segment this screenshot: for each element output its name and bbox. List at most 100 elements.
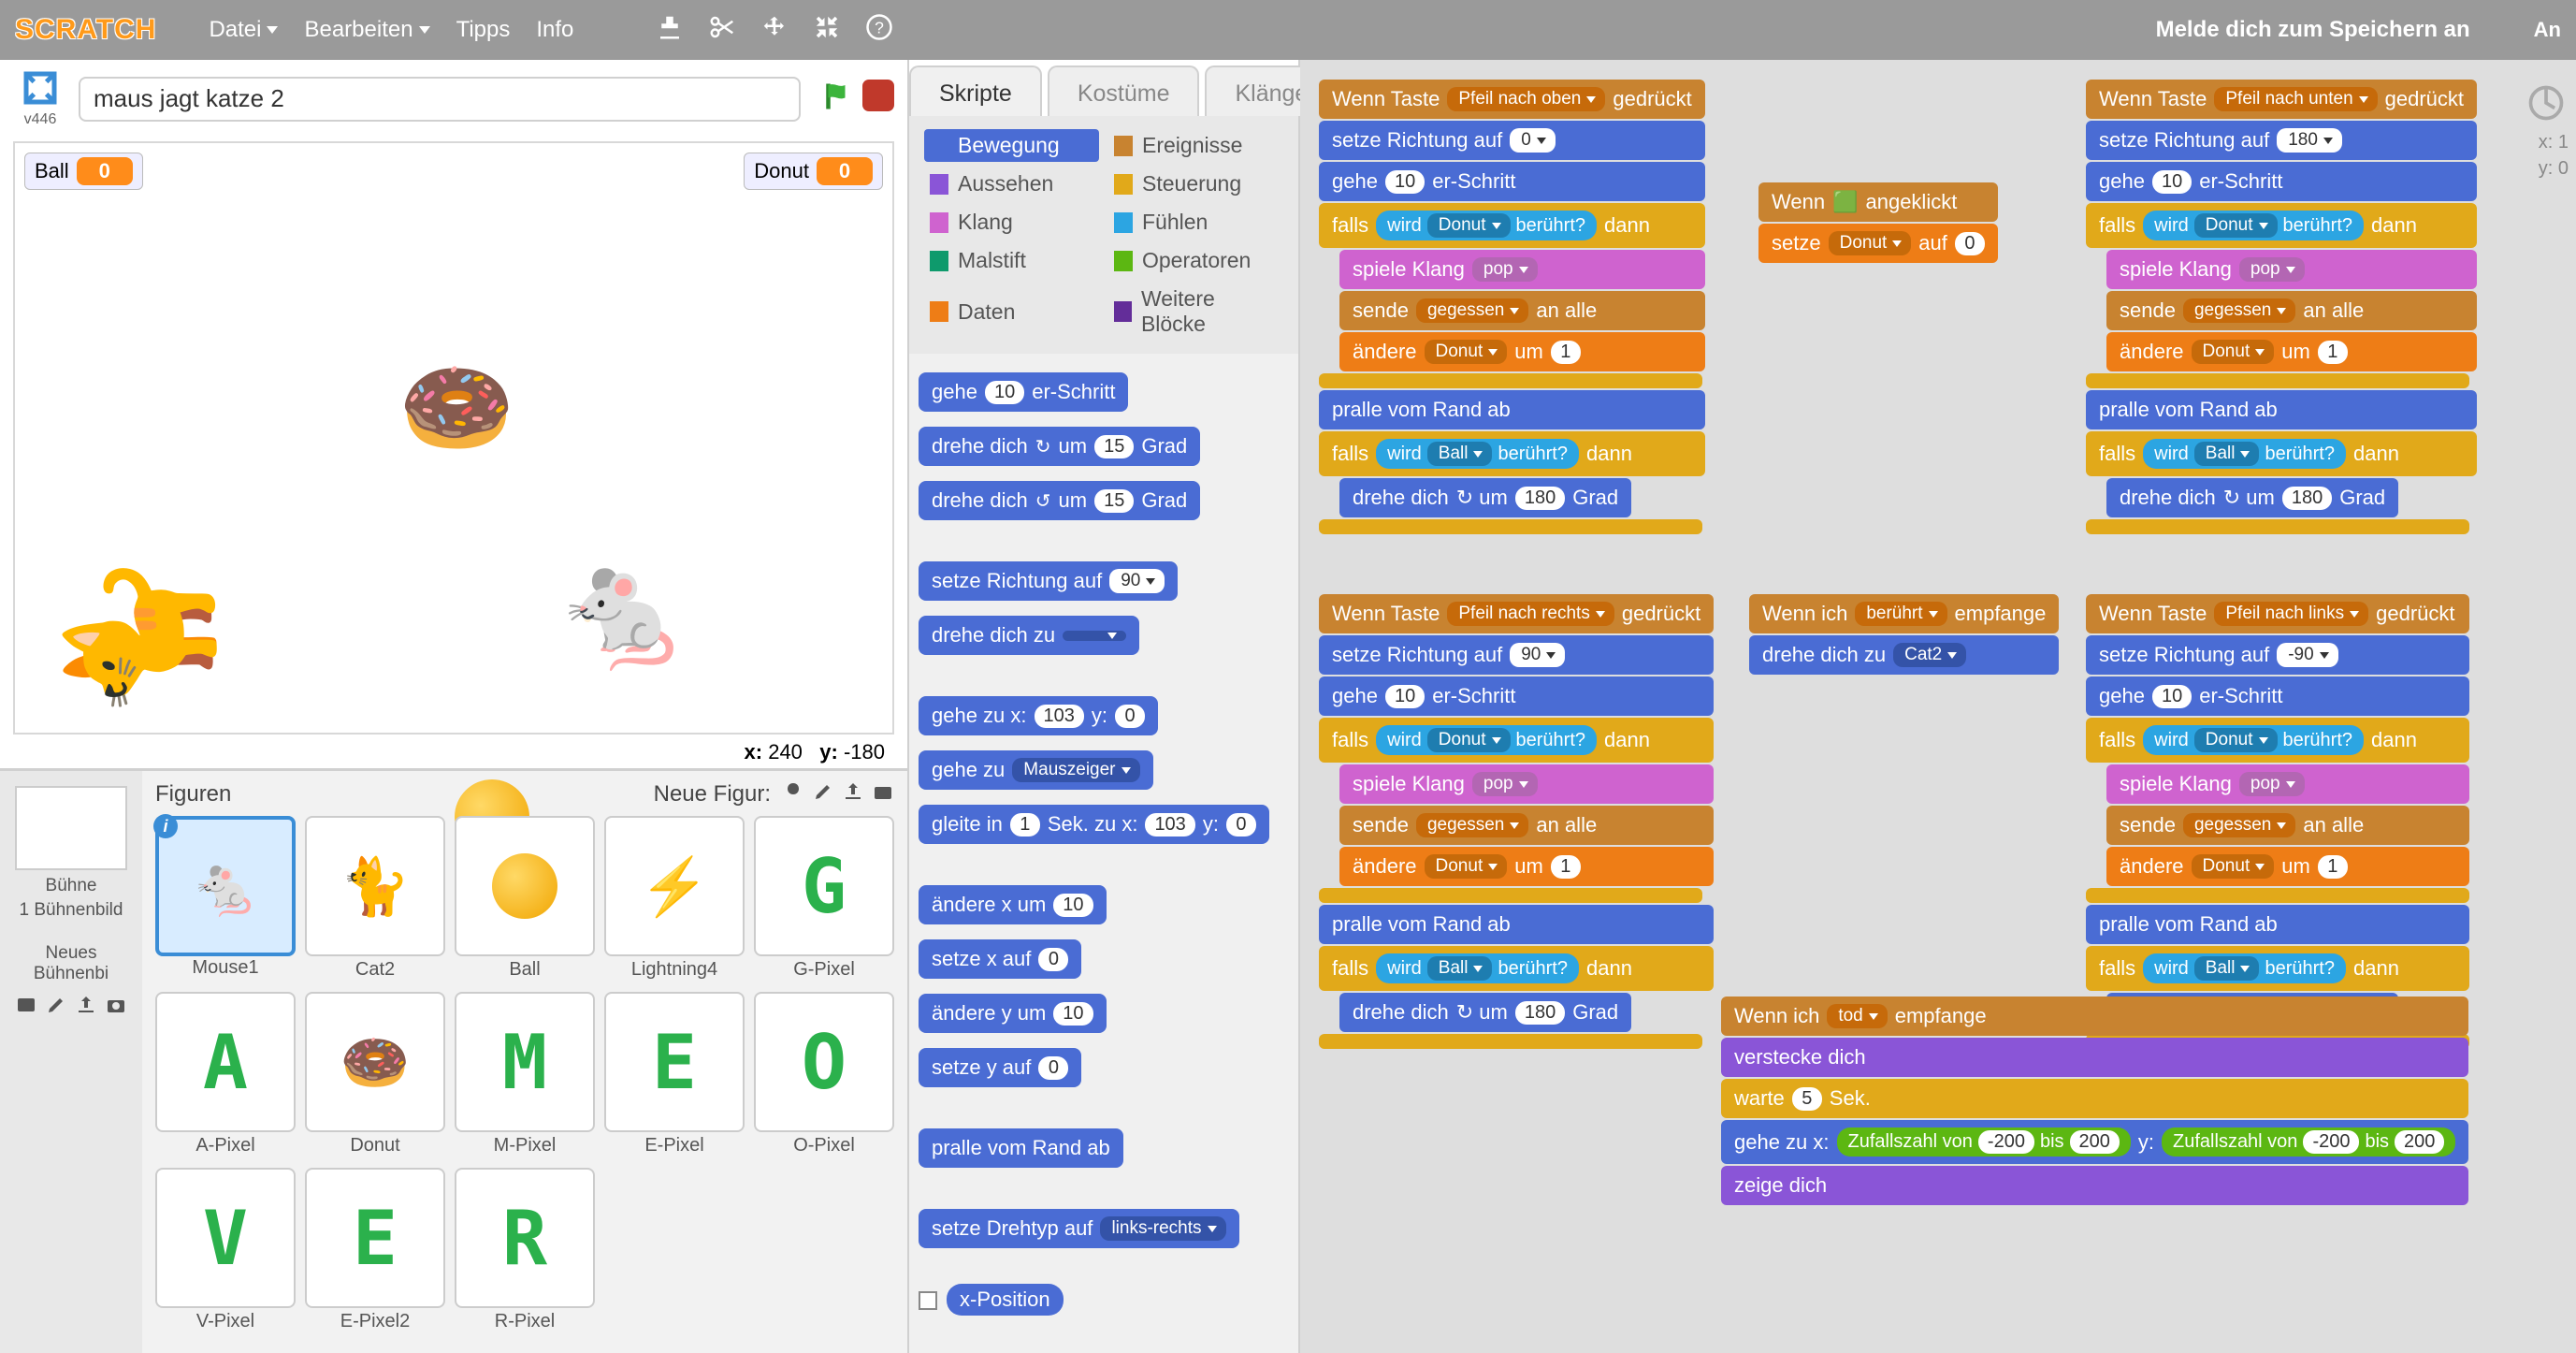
blk-change-y[interactable]: ändere y um10: [919, 994, 1107, 1033]
blk-change-x[interactable]: ändere x um10: [919, 885, 1107, 924]
library-icon[interactable]: [15, 994, 37, 1022]
scissors-icon[interactable]: [708, 13, 736, 47]
sprite-direction-icon[interactable]: [2525, 82, 2567, 129]
paint-icon[interactable]: [45, 994, 67, 1022]
shrink-icon[interactable]: [813, 13, 841, 47]
top-menu-bar: SCRATCH Datei Bearbeiten Tipps Info ? Me…: [0, 0, 2576, 60]
blk-goto[interactable]: gehe zuMauszeiger: [919, 750, 1153, 790]
sprite-name: Ball: [509, 959, 540, 981]
blk-point-dir[interactable]: setze Richtung auf90: [919, 561, 1178, 601]
svg-text:?: ?: [876, 18, 885, 36]
new-sprite-upload-icon[interactable]: [842, 780, 864, 808]
sprite-thumb-g[interactable]: GG-Pixel: [754, 816, 894, 956]
blk-set-x[interactable]: setze x auf0: [919, 939, 1081, 979]
sprite-thumb-o[interactable]: OO-Pixel: [754, 992, 894, 1132]
sprite-thumb-e[interactable]: EE-Pixel: [604, 992, 745, 1132]
blk-glide[interactable]: gleite in1Sek. zu x:103y:0: [919, 805, 1269, 844]
camera-icon[interactable]: [105, 994, 127, 1022]
cat-more[interactable]: Weitere Blöcke: [1108, 283, 1283, 341]
stop-button[interactable]: [862, 80, 894, 111]
sprite-thumb-donut[interactable]: 🍩Donut: [305, 992, 445, 1132]
var-ball-value: 0: [77, 157, 133, 185]
reporter-checkbox[interactable]: [919, 1291, 937, 1310]
cat-pen[interactable]: Malstift: [924, 244, 1099, 277]
sprite-name: Donut: [350, 1135, 399, 1157]
tab-costumes[interactable]: Kostüme: [1048, 65, 1200, 116]
sprite-thumb-cat2[interactable]: 🐈Cat2: [305, 816, 445, 956]
blk-set-y[interactable]: setze y auf0: [919, 1048, 1081, 1087]
sprite-thumb-e2[interactable]: EE-Pixel2: [305, 1168, 445, 1308]
green-flag-button[interactable]: [821, 80, 855, 119]
menu-edit[interactable]: Bearbeiten: [304, 17, 429, 43]
block-categories: Bewegung Ereignisse Aussehen Steuerung K…: [909, 116, 1298, 354]
var-ball-label: Ball: [35, 159, 69, 183]
new-sprite-library-icon[interactable]: [782, 780, 804, 808]
grow-icon[interactable]: [760, 13, 789, 47]
blk-bounce[interactable]: pralle vom Rand ab: [919, 1128, 1123, 1168]
cat-label: Weitere Blöcke: [1141, 286, 1278, 337]
caret-down-icon: [419, 26, 430, 34]
sprite-name: G-Pixel: [793, 959, 855, 981]
sprite-name: A-Pixel: [195, 1135, 254, 1157]
script-up[interactable]: Wenn TastePfeil nach obengedrückt setze …: [1319, 79, 1705, 535]
script-flag[interactable]: Wenn 🟩 angeklickt setzeDonutauf0: [1758, 182, 1998, 264]
menu-info[interactable]: Info: [536, 17, 573, 43]
sprite-thumb-mouse1[interactable]: i🐁Mouse1: [155, 816, 296, 956]
info-icon[interactable]: i: [153, 814, 178, 838]
blk-xpos[interactable]: x-Position: [947, 1284, 1064, 1316]
menu-tips[interactable]: Tipps: [456, 17, 511, 43]
cat-sound[interactable]: Klang: [924, 206, 1099, 239]
sprite-thumb-lightning[interactable]: ⚡Lightning4: [604, 816, 745, 956]
scratch-logo[interactable]: SCRATCH: [15, 14, 156, 46]
blk-goto-xy[interactable]: gehe zu x:103y:0: [919, 696, 1158, 735]
blk-turn-cw[interactable]: drehe dich↻ um 15Grad: [919, 427, 1200, 466]
sprite-name: V-Pixel: [196, 1311, 254, 1332]
sprite-on-stage-mouse[interactable]: 🐁: [553, 546, 692, 676]
sprite-thumb-ball[interactable]: Ball: [455, 816, 595, 956]
backdrop-thumbnail[interactable]: [15, 786, 127, 870]
blk-move[interactable]: gehe10er-Schritt: [919, 372, 1128, 412]
sprite-thumb-m[interactable]: MM-Pixel: [455, 992, 595, 1132]
block-palette: gehe10er-Schritt drehe dich↻ um 15Grad d…: [909, 354, 1298, 1353]
sprite-thumb-r[interactable]: RR-Pixel: [455, 1168, 595, 1308]
script-down[interactable]: Wenn TastePfeil nach untengedrückt setze…: [2086, 79, 2477, 535]
sprite-thumb-v[interactable]: VV-Pixel: [155, 1168, 296, 1308]
cat-label: Aussehen: [958, 171, 1053, 196]
cat-sensing[interactable]: Fühlen: [1108, 206, 1283, 239]
cat-data[interactable]: Daten: [924, 283, 1099, 341]
new-figure-label: Neue Figur:: [654, 781, 771, 807]
sprite-on-stage-donut[interactable]: 🍩: [398, 354, 515, 463]
script-left[interactable]: Wenn TastePfeil nach linksgedrückt setze…: [2086, 593, 2469, 1050]
cat-label: Daten: [958, 299, 1015, 325]
tab-scripts[interactable]: Skripte: [909, 65, 1042, 116]
script-right[interactable]: Wenn TastePfeil nach rechtsgedrückt setz…: [1319, 593, 1714, 1050]
blk-point-towards[interactable]: drehe dich zu: [919, 616, 1139, 655]
cat-control[interactable]: Steuerung: [1108, 167, 1283, 200]
cat-operators[interactable]: Operatoren: [1108, 244, 1283, 277]
blk-rot-style[interactable]: setze Drehtyp auflinks-rechts: [919, 1209, 1239, 1248]
fullscreen-button[interactable]: v446: [13, 69, 67, 128]
sprite-thumb-a[interactable]: AA-Pixel: [155, 992, 296, 1132]
cat-motion[interactable]: Bewegung: [924, 129, 1099, 162]
toolbar-tools: ?: [656, 13, 893, 47]
script-area[interactable]: x: 1y: 0 Wenn TastePfeil nach obengedrüc…: [1300, 60, 2576, 1353]
upload-icon[interactable]: [75, 994, 97, 1022]
backdrop-count: 1 Bühnenbild: [9, 900, 133, 921]
project-title-input[interactable]: [79, 77, 801, 122]
cat-label: Ereignisse: [1142, 133, 1242, 158]
menu-file[interactable]: Datei: [209, 17, 278, 43]
new-sprite-paint-icon[interactable]: [812, 780, 834, 808]
backdrop-panel: Bühne 1 Bühnenbild Neues Bühnenbi: [0, 771, 142, 1353]
help-icon[interactable]: ?: [865, 13, 893, 47]
cat-events[interactable]: Ereignisse: [1108, 129, 1283, 162]
sprite-on-stage-cat[interactable]: 🐈: [57, 550, 222, 725]
coord-x: 240: [768, 740, 803, 764]
cat-looks[interactable]: Aussehen: [924, 167, 1099, 200]
stamp-icon[interactable]: [656, 13, 684, 47]
sign-in-link[interactable]: Melde dich zum Speichern an: [2156, 17, 2470, 43]
blk-turn-ccw[interactable]: drehe dich↺ um 15Grad: [919, 481, 1200, 520]
script-receive-beruhrt[interactable]: Wenn ichberührtempfange drehe dich zuCat…: [1749, 593, 2059, 676]
stage-area[interactable]: Ball0 Donut0 🍩 🐈 🐁: [13, 141, 894, 735]
script-receive-tod[interactable]: Wenn ichtodempfange verstecke dich warte…: [1721, 996, 2468, 1206]
new-sprite-camera-icon[interactable]: [872, 780, 894, 808]
